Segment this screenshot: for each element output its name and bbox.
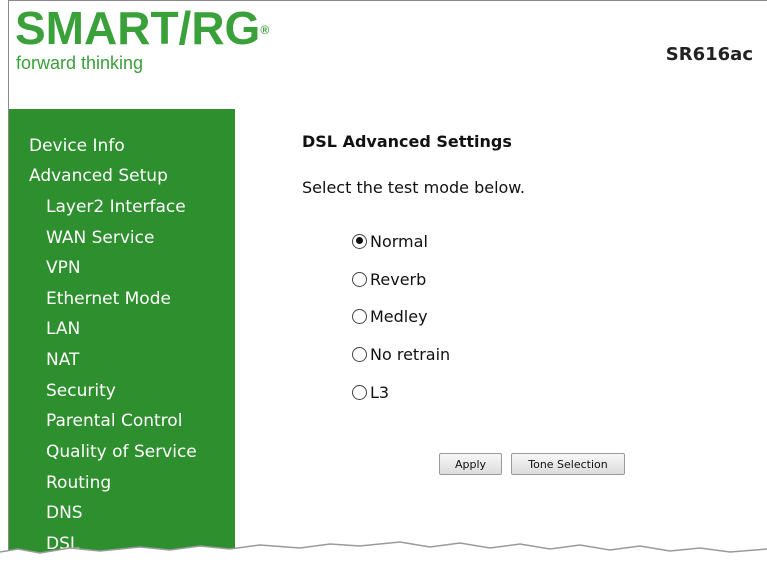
sidebar-item-dns[interactable]: DNS [46,503,83,523]
sidebar-item-lan[interactable]: LAN [46,319,80,339]
router-admin-page: SMART/RG® forward thinking SR616ac Devic… [8,0,767,563]
mode-option-normal[interactable]: Normal [352,229,428,253]
mode-option-reverb[interactable]: Reverb [352,267,426,291]
mode-label-medley: Medley [370,306,428,326]
radio-normal[interactable] [352,233,367,249]
registered-mark: ® [260,23,270,37]
sidebar-item-security[interactable]: Security [46,381,116,401]
radio-medley[interactable] [352,308,367,324]
device-model: SR616ac [665,44,753,65]
mode-option-no-retrain[interactable]: No retrain [352,342,450,366]
smartrg-logo: SMART/RG® forward thinking [15,5,269,74]
tone-selection-button[interactable]: Tone Selection [511,453,625,475]
sidebar-item-parental-control[interactable]: Parental Control [46,411,182,431]
sidebar-item-quality-of-service[interactable]: Quality of Service [46,442,197,462]
mode-label-l3: L3 [370,382,390,402]
torn-edge-decoration [0,541,767,563]
logo-wordmark: SMART/RG® [15,2,270,54]
sidebar-item-wan-service[interactable]: WAN Service [46,228,154,248]
mode-label-no-retrain: No retrain [370,344,451,364]
sidebar-item-ethernet-mode[interactable]: Ethernet Mode [46,289,171,309]
sidebar-item-routing[interactable]: Routing [46,473,111,493]
radio-no-retrain[interactable] [352,346,367,362]
mode-option-medley[interactable]: Medley [352,304,428,328]
sidebar-item-nat[interactable]: NAT [46,350,79,370]
sidebar-item-layer2-interface[interactable]: Layer2 Interface [46,197,186,217]
sidebar-nav: Device Info Advanced Setup Layer2 Interf… [9,109,235,563]
radio-l3[interactable] [352,384,367,400]
instruction-text: Select the test mode below. [302,178,525,197]
mode-label-reverb: Reverb [370,269,427,289]
radio-reverb[interactable] [352,271,367,287]
logo-tagline: forward thinking [16,53,144,73]
sidebar-item-vpn[interactable]: VPN [46,258,81,278]
mode-label-normal: Normal [370,231,428,251]
sidebar-item-device-info[interactable]: Device Info [29,136,125,156]
apply-button[interactable]: Apply [439,453,502,475]
page-title: DSL Advanced Settings [302,132,512,151]
sidebar-item-advanced-setup[interactable]: Advanced Setup [29,166,168,186]
mode-option-l3[interactable]: L3 [352,380,389,404]
